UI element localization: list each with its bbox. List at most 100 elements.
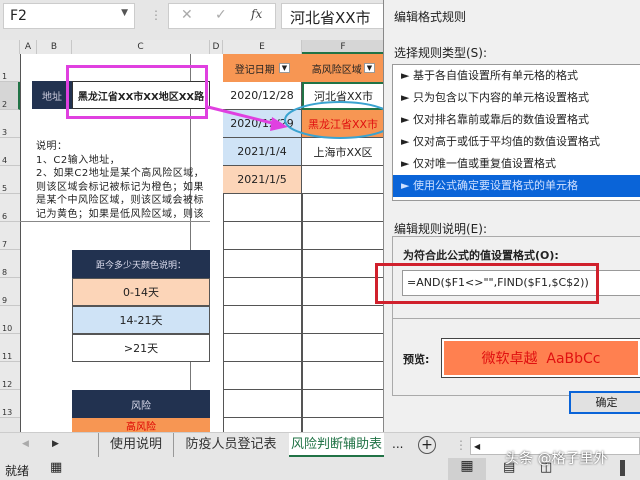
grid-cell[interactable] bbox=[223, 222, 302, 250]
row-header-5[interactable]: 5 bbox=[0, 166, 20, 194]
row-header-7[interactable]: 7 bbox=[0, 222, 20, 250]
header-label: 高风险区域 bbox=[311, 64, 362, 76]
header-label: 登记日期 bbox=[234, 64, 275, 76]
rule-type-label: 仅对高于或低于平均值的数值设置格式 bbox=[412, 135, 600, 148]
rule-type-label: 仅对排名靠前或靠后的数值设置格式 bbox=[412, 113, 589, 126]
rule-type-item[interactable]: ► 只为包含以下内容的单元格设置格式 bbox=[393, 87, 640, 109]
sheet-tab-risk-helper[interactable]: 风险判断辅助表 bbox=[289, 433, 384, 457]
grip-icon: ⋮ bbox=[150, 8, 162, 22]
chevron-down-icon[interactable]: ▼ bbox=[121, 8, 128, 18]
row-header-4[interactable]: 4 bbox=[0, 138, 20, 166]
highlight-box-address bbox=[66, 65, 208, 119]
region-cell[interactable] bbox=[302, 166, 385, 194]
row-header-3[interactable]: 3 bbox=[0, 110, 20, 138]
check-icon[interactable]: ✓ bbox=[215, 7, 227, 23]
grid-cell[interactable] bbox=[302, 278, 385, 306]
col-header-e[interactable]: E bbox=[223, 40, 302, 54]
preview-frame: 微软卓越 AaBbCc bbox=[441, 338, 640, 378]
rule-type-item[interactable]: ► 仅对排名靠前或靠后的数值设置格式 bbox=[393, 109, 640, 131]
rule-type-label: 基于各自值设置所有单元格的格式 bbox=[412, 69, 578, 82]
rule-type-item[interactable]: ► 仅对高于或低于平均值的数值设置格式 bbox=[393, 131, 640, 153]
highlight-ellipse bbox=[284, 101, 396, 139]
rule-type-item[interactable]: ► 基于各自值设置所有单元格的格式 bbox=[393, 65, 640, 87]
grid-cell[interactable] bbox=[223, 306, 302, 334]
rule-type-label: 仅对唯一值或重复值设置格式 bbox=[412, 157, 556, 170]
grid-cell[interactable] bbox=[223, 250, 302, 278]
triangle-bullet-icon: ► bbox=[401, 179, 413, 192]
formula-label: 为符合此公式的值设置格式(O): bbox=[403, 249, 559, 262]
scroll-left-icon[interactable]: ◀ bbox=[22, 439, 29, 449]
table-header-date[interactable]: 登记日期 ▼ bbox=[223, 54, 302, 82]
rule-description-label: 编辑规则说明(E): bbox=[394, 222, 487, 236]
add-sheet-icon[interactable]: + bbox=[418, 436, 436, 454]
rule-description-panel: 为符合此公式的值设置格式(O): =AND($F1<>"",FIND($F1,$… bbox=[392, 236, 640, 396]
more-tabs-button[interactable]: ... bbox=[392, 437, 403, 451]
rule-type-item[interactable]: ► 仅对唯一值或重复值设置格式 bbox=[393, 153, 640, 175]
filter-dropdown-icon[interactable]: ▼ bbox=[363, 63, 376, 73]
macro-record-icon[interactable]: ▦ bbox=[50, 460, 62, 475]
grid-cell[interactable] bbox=[302, 306, 385, 334]
edit-format-rule-dialog: 编辑格式规则 选择规则类型(S): ► 基于各自值设置所有单元格的格式 ► 只为包… bbox=[383, 0, 640, 432]
formula-input[interactable]: 河北省XX市 bbox=[281, 3, 385, 29]
col-header-f[interactable]: F bbox=[302, 40, 385, 54]
cancel-icon[interactable]: ✕ bbox=[181, 7, 193, 23]
row-header-2[interactable]: 2 bbox=[0, 82, 20, 110]
formula-buttons: ✕ ✓ fx bbox=[168, 3, 276, 29]
scroll-left-arrow-icon[interactable]: ◀ bbox=[471, 442, 480, 451]
watermark: 头条 @格子里外 bbox=[505, 451, 608, 467]
grid-cell[interactable] bbox=[302, 334, 385, 362]
table-header-region[interactable]: 高风险区域 ▼ bbox=[302, 54, 385, 82]
row-header-9[interactable]: 9 bbox=[0, 278, 20, 306]
col-header-a[interactable]: A bbox=[20, 40, 37, 54]
filter-dropdown-icon[interactable]: ▼ bbox=[278, 63, 291, 73]
name-box[interactable]: F2 ▼ bbox=[3, 3, 135, 29]
grid-cell[interactable] bbox=[302, 194, 385, 222]
col-header-c[interactable]: C bbox=[72, 40, 210, 54]
sheet-tab-registry[interactable]: 防疫人员登记表 bbox=[173, 433, 288, 457]
date-cell[interactable]: 2021/1/5 bbox=[223, 166, 302, 194]
days-legend-0-14: 0-14天 bbox=[72, 278, 210, 306]
grid-cell[interactable] bbox=[223, 390, 302, 418]
grid-cell[interactable] bbox=[302, 390, 385, 418]
grid-cell[interactable] bbox=[302, 250, 385, 278]
grid-cell[interactable] bbox=[302, 362, 385, 390]
row-header-10[interactable]: 10 bbox=[0, 306, 20, 334]
rule-type-list[interactable]: ► 基于各自值设置所有单元格的格式 ► 只为包含以下内容的单元格设置格式 ► 仅对排… bbox=[392, 64, 640, 201]
row-header-6[interactable]: 6 bbox=[0, 194, 20, 222]
dialog-title: 编辑格式规则 bbox=[394, 10, 467, 24]
status-ready: 就绪 bbox=[5, 464, 30, 478]
days-legend-14-21: 14-21天 bbox=[72, 306, 210, 334]
row-header-1[interactable]: 1 bbox=[0, 54, 20, 82]
row-header-12[interactable]: 12 bbox=[0, 362, 20, 390]
instructions-note: 说明： 1、C2输入地址， 2、如果C2地址是某个高风险区域，则该区域会标记被标… bbox=[36, 141, 205, 220]
col-header-b[interactable]: B bbox=[37, 40, 72, 54]
days-legend-over-21: >21天 bbox=[72, 334, 210, 362]
grid-cell[interactable] bbox=[223, 362, 302, 390]
zoom-slider[interactable] bbox=[620, 460, 625, 476]
row-header-8[interactable]: 8 bbox=[0, 250, 20, 278]
risk-header: 风险 bbox=[72, 390, 210, 418]
row-header-11[interactable]: 11 bbox=[0, 334, 20, 362]
grid-cell[interactable] bbox=[223, 278, 302, 306]
splitter-icon[interactable]: ⋮ bbox=[455, 438, 467, 452]
col-header-d[interactable]: D bbox=[210, 40, 223, 54]
risk-high: 高风险 bbox=[72, 418, 210, 432]
triangle-bullet-icon: ► bbox=[401, 69, 413, 82]
preview-sample: 微软卓越 AaBbCc bbox=[444, 341, 638, 375]
highlight-box-formula bbox=[375, 263, 599, 304]
grid-cell[interactable] bbox=[302, 222, 385, 250]
row-header-13[interactable]: 13 bbox=[0, 390, 20, 418]
rule-type-item[interactable]: ► 使用公式确定要设置格式的单元格 bbox=[393, 175, 640, 197]
name-box-value: F2 bbox=[10, 8, 27, 24]
normal-view-icon[interactable]: ▦ bbox=[448, 458, 486, 480]
rule-type-label: 选择规则类型(S): bbox=[394, 46, 488, 60]
triangle-bullet-icon: ► bbox=[401, 91, 413, 104]
preview-label: 预览: bbox=[403, 353, 430, 366]
sheet-tab-usage[interactable]: 使用说明 bbox=[98, 433, 173, 457]
grid-cell[interactable] bbox=[223, 334, 302, 362]
scroll-right-icon[interactable]: ▶ bbox=[52, 439, 59, 449]
select-all[interactable] bbox=[0, 40, 20, 54]
ok-button[interactable]: 确定 bbox=[569, 391, 640, 414]
fx-icon[interactable]: fx bbox=[251, 7, 262, 21]
grid-cell[interactable] bbox=[223, 194, 302, 222]
